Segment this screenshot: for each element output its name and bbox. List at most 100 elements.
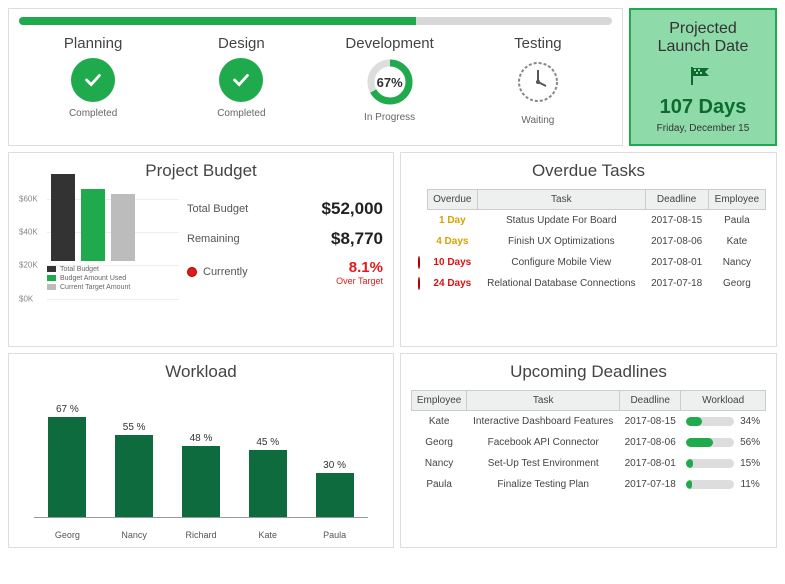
workload-card: Workload 67 %55 %48 %45 %30 % GeorgNancy… [8, 353, 394, 548]
deadline: 2017-08-06 [645, 231, 708, 252]
workload-pct: 34% [740, 416, 760, 427]
task-name: Finish UX Optimizations [478, 231, 645, 252]
workload-bar-item: 48 % [171, 433, 231, 518]
task-name: Facebook API Connector [467, 432, 620, 453]
overdue-days: 1 Day [427, 209, 478, 231]
col-header: Employee [708, 189, 765, 209]
workload-pct: 48 % [190, 433, 213, 444]
workload-bar [115, 435, 153, 518]
table-row: 10 DaysConfigure Mobile View2017-08-01Na… [411, 252, 766, 273]
clock-icon [514, 58, 562, 106]
employee: Georg [708, 273, 765, 294]
table-row: NancySet-Up Test Environment2017-08-0115… [412, 453, 766, 474]
launch-date: Friday, December 15 [637, 123, 769, 134]
deadlines-table: EmployeeTaskDeadlineWorkload KateInterac… [411, 390, 766, 495]
phase-title: Planning [19, 35, 167, 52]
phase-planning: Planning Completed [19, 35, 167, 126]
col-header: Overdue [427, 189, 478, 209]
budget-bar [51, 174, 75, 261]
alert-dot-icon [187, 267, 197, 277]
phase-status: In Progress [316, 112, 464, 123]
budget-card: Project Budget $60K$40K$20K$0K Total Bud… [8, 152, 394, 347]
launch-days: 107 Days [637, 96, 769, 119]
workload-pill: 11% [685, 479, 762, 490]
overdue-days: 24 Days [427, 273, 478, 294]
phase-status: Waiting [464, 115, 612, 126]
workload-bar-item: 30 % [305, 460, 365, 518]
check-icon [219, 58, 263, 102]
legend-item: Total Budget [47, 265, 130, 274]
col-header: Deadline [645, 189, 708, 209]
remaining-value: $8,770 [331, 229, 383, 249]
flag-icon [689, 65, 717, 87]
phase-development: Development67%In Progress [316, 35, 464, 126]
deadline: 2017-08-15 [645, 209, 708, 231]
employee: Paula [708, 209, 765, 231]
overdue-title: Overdue Tasks [411, 161, 766, 181]
task-name: Status Update For Board [478, 209, 645, 231]
legend-item: Budget Amount Used [47, 274, 130, 283]
workload-name: Richard [171, 525, 231, 540]
phase-title: Testing [464, 35, 612, 52]
task-name: Relational Database Connections [478, 273, 645, 294]
workload-title: Workload [19, 362, 383, 382]
task-name: Configure Mobile View [478, 252, 645, 273]
workload-name: Paula [305, 525, 365, 540]
table-row: 4 DaysFinish UX Optimizations2017-08-06K… [411, 231, 766, 252]
task-name: Finalize Testing Plan [467, 474, 620, 495]
alert-dot-icon [418, 256, 420, 269]
col-header: Task [467, 390, 620, 410]
deadline: 2017-08-15 [620, 410, 681, 432]
launch-title-2: Launch Date [658, 38, 749, 55]
workload-name: Nancy [104, 525, 164, 540]
table-row: 1 DayStatus Update For Board2017-08-15Pa… [411, 209, 766, 231]
phases-card: PlanningCompletedDesignCompletedDevelopm… [8, 8, 623, 146]
budget-bar [81, 189, 105, 261]
workload-pill: 15% [685, 458, 762, 469]
table-row: 24 DaysRelational Database Connections20… [411, 273, 766, 294]
col-header: Employee [412, 390, 467, 410]
phase-status: Completed [19, 108, 167, 119]
deadline: 2017-08-06 [620, 432, 681, 453]
employee: Kate [412, 410, 467, 432]
currently-label: Currently [203, 266, 248, 278]
total-budget-value: $52,000 [322, 199, 383, 219]
deadline: 2017-07-18 [620, 474, 681, 495]
table-row: GeorgFacebook API Connector2017-08-06 56% [412, 432, 766, 453]
workload-chart: 67 %55 %48 %45 %30 % GeorgNancyRichardKa… [24, 390, 378, 540]
phase-title: Design [167, 35, 315, 52]
budget-chart: $60K$40K$20K$0K Total BudgetBudget Amoun… [19, 189, 179, 286]
employee: Nancy [708, 252, 765, 273]
deadline: 2017-08-01 [620, 453, 681, 474]
launch-card: Projected Launch Date 107 Days Friday, D… [629, 8, 777, 146]
workload-bar-item: 45 % [238, 437, 298, 518]
workload-bar [249, 450, 287, 518]
overdue-days: 10 Days [427, 252, 478, 273]
workload-pct: 56% [740, 437, 760, 448]
workload-pct: 11% [740, 479, 759, 490]
deadline: 2017-08-01 [645, 252, 708, 273]
employee: Georg [412, 432, 467, 453]
workload-bar-item: 55 % [104, 422, 164, 518]
budget-bar [111, 194, 135, 261]
progress-track [19, 17, 612, 25]
progress-donut-icon: 67% [366, 58, 414, 106]
workload-pct: 55 % [123, 422, 146, 433]
col-header: Task [478, 189, 645, 209]
employee: Kate [708, 231, 765, 252]
overdue-card: Overdue Tasks OverdueTaskDeadlineEmploye… [400, 152, 777, 347]
workload-bar-item: 67 % [37, 404, 97, 518]
col-header: Workload [681, 390, 766, 410]
overdue-table: OverdueTaskDeadlineEmployee 1 DayStatus … [411, 189, 766, 294]
over-target-sub: Over Target [336, 276, 383, 286]
workload-pct: 30 % [323, 460, 346, 471]
workload-pct: 45 % [256, 437, 279, 448]
overdue-days: 4 Days [427, 231, 478, 252]
check-icon [71, 58, 115, 102]
task-name: Interactive Dashboard Features [467, 410, 620, 432]
phase-design: DesignCompleted [167, 35, 315, 126]
employee: Nancy [412, 453, 467, 474]
col-header: Deadline [620, 390, 681, 410]
alert-dot-icon [418, 277, 420, 290]
deadline: 2017-07-18 [645, 273, 708, 294]
